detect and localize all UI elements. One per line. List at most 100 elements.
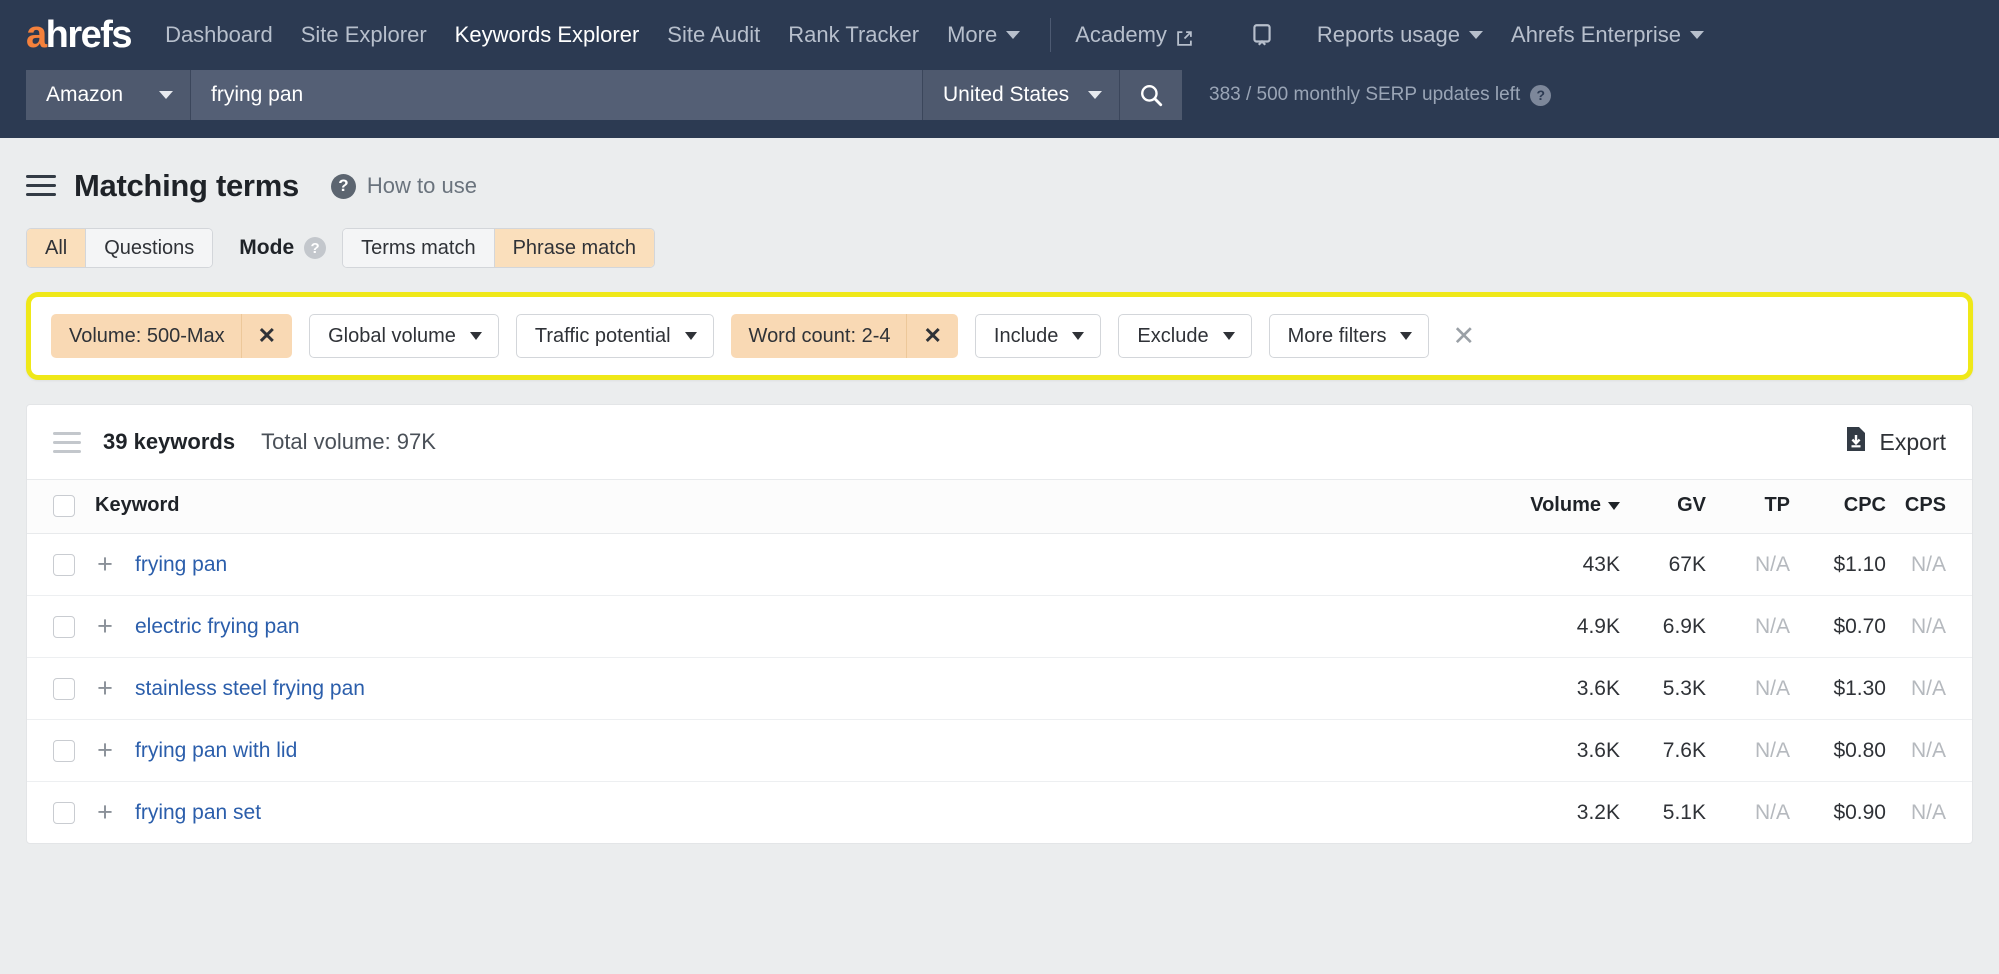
scope-tab-group: All Questions bbox=[26, 228, 213, 268]
filter-chip-label: Exclude bbox=[1137, 325, 1208, 348]
download-file-icon bbox=[1845, 426, 1867, 458]
cell-volume: 3.2K bbox=[1502, 782, 1620, 844]
filter-chip-volume[interactable]: Volume: 500-Max ✕ bbox=[51, 314, 292, 358]
export-button[interactable]: Export bbox=[1845, 426, 1946, 458]
ahrefs-logo[interactable]: ahrefs bbox=[26, 16, 131, 54]
keyword-link[interactable]: frying pan bbox=[135, 553, 227, 577]
chevron-down-icon bbox=[1223, 332, 1235, 340]
row-checkbox[interactable] bbox=[53, 616, 75, 638]
nav-label: Rank Tracker bbox=[788, 22, 919, 48]
keywords-count: 39 keywords bbox=[103, 429, 235, 455]
logo-text: hrefs bbox=[46, 14, 131, 56]
table-row[interactable]: + stainless steel frying pan 3.6K 5.3K N… bbox=[27, 658, 1972, 720]
add-keyword-plus-icon[interactable]: + bbox=[95, 737, 115, 764]
chevron-down-icon bbox=[470, 332, 482, 340]
hamburger-menu-icon[interactable] bbox=[26, 175, 56, 197]
chevron-down-icon bbox=[1072, 332, 1084, 340]
cell-keyword: + stainless steel frying pan bbox=[27, 658, 1502, 720]
cell-keyword: + electric frying pan bbox=[27, 596, 1502, 658]
tab-phrase-match[interactable]: Phrase match bbox=[495, 229, 654, 267]
nav-item-site-explorer[interactable]: Site Explorer bbox=[301, 22, 427, 48]
serp-updates-text: 383 / 500 monthly SERP updates left bbox=[1209, 84, 1520, 106]
keyword-link[interactable]: electric frying pan bbox=[135, 615, 300, 639]
search-submit-button[interactable] bbox=[1119, 70, 1182, 120]
search-input[interactable]: frying pan bbox=[191, 70, 922, 120]
question-mark-icon[interactable]: ? bbox=[1530, 85, 1551, 106]
tab-terms-match[interactable]: Terms match bbox=[343, 229, 494, 267]
tab-all[interactable]: All bbox=[27, 229, 86, 267]
cell-volume: 3.6K bbox=[1502, 720, 1620, 782]
chevron-down-icon bbox=[1690, 31, 1704, 39]
column-header-tp[interactable]: TP bbox=[1706, 480, 1790, 534]
cell-volume: 4.9K bbox=[1502, 596, 1620, 658]
table-row[interactable]: + frying pan with lid 3.6K 7.6K N/A $0.8… bbox=[27, 720, 1972, 782]
row-checkbox[interactable] bbox=[53, 740, 75, 762]
cell-gv: 5.3K bbox=[1620, 658, 1706, 720]
nav-item-account[interactable]: Ahrefs Enterprise bbox=[1511, 22, 1704, 48]
filter-chip-word-count[interactable]: Word count: 2-4 ✕ bbox=[731, 314, 958, 358]
serp-updates-note: 383 / 500 monthly SERP updates left ? bbox=[1209, 84, 1551, 106]
clear-filters-close-icon[interactable]: ✕ bbox=[1452, 323, 1475, 350]
filter-chip-exclude[interactable]: Exclude bbox=[1118, 314, 1251, 358]
row-checkbox[interactable] bbox=[53, 678, 75, 700]
question-mark-icon: ? bbox=[331, 174, 356, 199]
add-keyword-plus-icon[interactable]: + bbox=[95, 613, 115, 640]
row-checkbox[interactable] bbox=[53, 554, 75, 576]
nav-item-reports-usage[interactable]: Reports usage bbox=[1317, 22, 1483, 48]
cell-cpc: $0.90 bbox=[1790, 782, 1886, 844]
column-header-gv[interactable]: GV bbox=[1620, 480, 1706, 534]
column-header-cpc[interactable]: CPC bbox=[1790, 480, 1886, 534]
cell-cps: N/A bbox=[1886, 720, 1972, 782]
country-select[interactable]: United States bbox=[922, 70, 1119, 120]
add-keyword-plus-icon[interactable]: + bbox=[95, 799, 115, 826]
results-toolbar: 39 keywords Total volume: 97K Export bbox=[27, 405, 1972, 479]
filter-chip-include[interactable]: Include bbox=[975, 314, 1102, 358]
nav-item-keywords-explorer[interactable]: Keywords Explorer bbox=[455, 22, 640, 48]
table-row[interactable]: + electric frying pan 4.9K 6.9K N/A $0.7… bbox=[27, 596, 1972, 658]
nav-label: Site Audit bbox=[667, 22, 760, 48]
how-to-use-link[interactable]: ? How to use bbox=[331, 173, 477, 199]
tabs-row: All Questions Mode ? Terms match Phrase … bbox=[26, 204, 1973, 268]
nav-item-academy[interactable]: Academy bbox=[1075, 22, 1193, 48]
cell-cps: N/A bbox=[1886, 658, 1972, 720]
column-header-cps[interactable]: CPS bbox=[1886, 480, 1972, 534]
notifications-button[interactable] bbox=[1249, 22, 1275, 48]
select-all-checkbox[interactable] bbox=[53, 495, 75, 517]
table-row[interactable]: + frying pan 43K 67K N/A $1.10 N/A bbox=[27, 534, 1972, 596]
filter-chip-global-volume[interactable]: Global volume bbox=[309, 314, 499, 358]
add-keyword-plus-icon[interactable]: + bbox=[95, 675, 115, 702]
keyword-link[interactable]: frying pan with lid bbox=[135, 739, 297, 763]
close-icon[interactable]: ✕ bbox=[906, 314, 957, 358]
search-controls: Amazon frying pan United States bbox=[26, 70, 1182, 120]
search-engine-select[interactable]: Amazon bbox=[26, 70, 191, 120]
chevron-down-icon bbox=[159, 91, 173, 99]
filter-chip-more-filters[interactable]: More filters bbox=[1269, 314, 1430, 358]
table-header: Keyword Volume GV TP CPC CPS bbox=[27, 480, 1972, 534]
keyword-link[interactable]: stainless steel frying pan bbox=[135, 677, 365, 701]
filter-bar: Volume: 500-Max ✕ Global volume Traffic … bbox=[26, 292, 1973, 380]
nav-item-more[interactable]: More bbox=[947, 22, 1020, 48]
add-keyword-plus-icon[interactable]: + bbox=[95, 551, 115, 578]
table-row[interactable]: + frying pan set 3.2K 5.1K N/A $0.90 N/A bbox=[27, 782, 1972, 844]
cell-gv: 7.6K bbox=[1620, 720, 1706, 782]
nav-label: Site Explorer bbox=[301, 22, 427, 48]
nav-item-dashboard[interactable]: Dashboard bbox=[165, 22, 273, 48]
keyword-link[interactable]: frying pan set bbox=[135, 801, 261, 825]
column-header-keyword: Keyword bbox=[27, 480, 1502, 534]
cell-cpc: $1.10 bbox=[1790, 534, 1886, 596]
question-mark-icon[interactable]: ? bbox=[304, 237, 326, 259]
filter-chip-traffic-potential[interactable]: Traffic potential bbox=[516, 314, 714, 358]
chevron-down-icon bbox=[1088, 91, 1102, 99]
search-bar: Amazon frying pan United States 383 / 50… bbox=[0, 70, 1999, 138]
list-view-icon[interactable] bbox=[53, 432, 81, 452]
nav-item-site-audit[interactable]: Site Audit bbox=[667, 22, 760, 48]
nav-item-rank-tracker[interactable]: Rank Tracker bbox=[788, 22, 919, 48]
column-header-volume[interactable]: Volume bbox=[1502, 480, 1620, 534]
cell-volume: 43K bbox=[1502, 534, 1620, 596]
cell-cpc: $0.80 bbox=[1790, 720, 1886, 782]
page-content: Matching terms ? How to use All Question… bbox=[0, 138, 1999, 844]
row-checkbox[interactable] bbox=[53, 802, 75, 824]
tab-questions[interactable]: Questions bbox=[86, 229, 212, 267]
close-icon[interactable]: ✕ bbox=[241, 314, 292, 358]
cell-keyword: + frying pan with lid bbox=[27, 720, 1502, 782]
